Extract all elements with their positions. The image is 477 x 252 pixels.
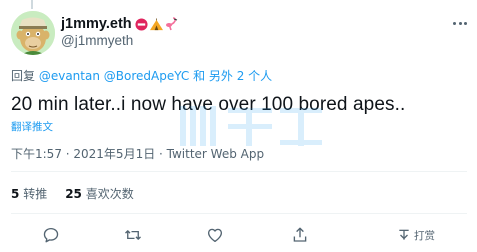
bored-ape-avatar-icon [11,11,55,55]
author-name-row[interactable]: j1mmy.eth [61,14,178,34]
share-icon [293,227,307,242]
name-emojis [135,17,178,31]
like-label: 喜欢次数 [85,187,134,201]
retweet-icon [125,230,141,240]
tent-icon [149,17,163,30]
retweet-label: 转推 [23,187,48,201]
translate-tweet-link[interactable]: 翻译推文 [11,119,53,134]
engagement-stats: 5 转推 25 喜欢次数 [11,185,134,202]
tweet-actions-bar: 打赏 [0,224,477,246]
author-handle[interactable]: @j1mmyeth [61,33,133,48]
reply-others-link[interactable]: 和 另外 2 个人 [189,69,272,83]
thread-connector-line [31,0,33,9]
flamingo-icon [165,17,177,31]
reply-button[interactable] [42,224,60,246]
watermark-logo-icon [180,106,322,146]
reply-context: 回复 @evantan @BoredApeYC 和 另外 2 个人 [11,67,272,84]
share-button[interactable] [291,224,309,246]
reply-prefix: 回复 [11,69,39,83]
reply-icon [43,227,59,243]
divider [11,171,467,172]
divider [11,213,467,214]
retweet-button[interactable] [123,224,143,246]
no-entry-icon [135,17,148,31]
display-name[interactable]: j1mmy.eth [61,16,132,32]
tip-label: 打赏 [414,229,435,242]
retweet-count: 5 [11,187,20,201]
tip-icon [399,229,409,240]
more-dots-icon[interactable] [453,15,467,31]
like-count: 25 [65,187,82,201]
like-stat[interactable]: 25 喜欢次数 [65,185,134,202]
heart-icon [207,228,223,243]
retweet-stat[interactable]: 5 转推 [11,185,47,202]
reply-mentions-link[interactable]: @evantan @BoredApeYC [39,69,189,83]
avatar[interactable] [11,11,55,55]
tweet-timestamp[interactable]: 下午1:57 · 2021年5月1日 · Twitter Web App [11,145,264,162]
like-button[interactable] [206,224,224,246]
tip-button[interactable]: 打赏 [397,224,435,246]
